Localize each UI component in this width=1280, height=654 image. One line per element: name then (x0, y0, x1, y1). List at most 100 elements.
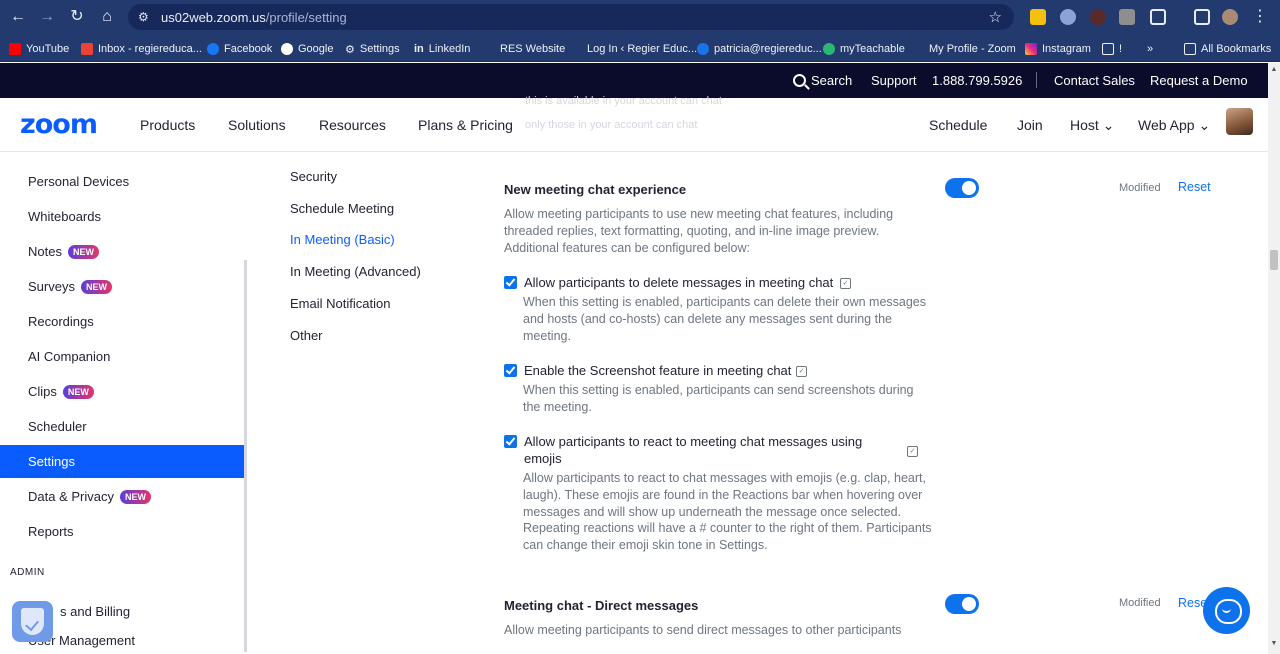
sidebar-item-data-privacy[interactable]: Data & Privacy NEW (0, 480, 245, 513)
reset-button[interactable]: Reset (1178, 180, 1211, 194)
info-icon[interactable]: ✓ (907, 446, 918, 457)
screenshot-checkbox[interactable] (504, 364, 517, 377)
description-line: Additional features can be configured be… (504, 240, 750, 255)
sidebar-item-label: AI Companion (28, 349, 111, 364)
nav-products[interactable]: Products (140, 117, 195, 133)
bookmark-instagram[interactable]: Instagram (1025, 41, 1091, 57)
tab-in-meeting-basic[interactable]: In Meeting (Basic) (290, 232, 395, 247)
mail-icon (697, 43, 709, 55)
address-bar[interactable]: ⚙ us02web.zoom.us/profile/setting ☆ (128, 4, 1014, 30)
sidebar-item-label: s and Billing (60, 604, 131, 619)
bookmark-star-icon[interactable]: ☆ (989, 8, 1002, 26)
sidebar-item-clips[interactable]: Clips NEW (0, 375, 245, 408)
bookmark-zoom-profile[interactable]: My Profile - Zoom (912, 41, 1016, 57)
forward-arrow-icon[interactable]: → (38, 8, 56, 26)
facebook-icon (207, 43, 219, 55)
bookmark-label: Inbox - regiereduca... (98, 43, 202, 55)
nav-schedule[interactable]: Schedule (929, 117, 987, 133)
description-line: threaded replies, text formatting, quoti… (504, 223, 880, 238)
description-line: When this setting is enabled, participan… (523, 295, 927, 309)
sidebar-item-personal-devices[interactable]: Personal Devices (0, 165, 245, 198)
chat-support-icon[interactable] (1203, 587, 1250, 634)
tab-schedule-meeting[interactable]: Schedule Meeting (290, 201, 394, 216)
bookmarks-overflow[interactable]: » (1147, 41, 1153, 57)
scroll-up-arrow-icon[interactable]: ▲ (1269, 66, 1279, 73)
direct-messages-toggle[interactable] (945, 594, 979, 614)
bookmark-myteachable[interactable]: myTeachable (823, 41, 905, 57)
url-text: us02web.zoom.us/profile/setting (161, 10, 347, 25)
bookmark-settings[interactable]: ⚙ Settings (345, 41, 400, 57)
all-bookmarks[interactable]: All Bookmarks (1184, 41, 1271, 57)
search-link[interactable]: Search (793, 73, 852, 88)
nav-solutions[interactable]: Solutions (228, 117, 286, 133)
description-line: meeting. (523, 328, 571, 343)
bookmark-patricia[interactable]: patricia@regiereduc... (697, 41, 822, 57)
nav-host[interactable]: Host ⌄ (1070, 117, 1114, 134)
sidebar-item-surveys[interactable]: Surveys NEW (0, 270, 245, 303)
scroll-down-arrow-icon[interactable]: ▼ (1269, 640, 1279, 647)
request-demo-link[interactable]: Request a Demo (1150, 73, 1248, 88)
zoom-logo[interactable]: zoom (20, 109, 98, 140)
tab-other[interactable]: Other (290, 328, 323, 343)
bookmark-label: Log In ‹ Regier Educ... (587, 43, 698, 55)
bookmark-folder[interactable]: ! (1102, 41, 1122, 57)
tab-in-meeting-advanced[interactable]: In Meeting (Advanced) (290, 264, 421, 279)
modified-label: Modified (1119, 597, 1161, 609)
bookmark-label: patricia@regiereduc... (714, 43, 822, 55)
nav-plans-pricing[interactable]: Plans & Pricing (418, 117, 513, 133)
back-arrow-icon[interactable]: ← (9, 8, 27, 26)
extension-tb-icon[interactable] (1119, 9, 1135, 25)
delete-messages-checkbox[interactable] (504, 276, 517, 289)
reload-icon[interactable]: ↻ (68, 8, 86, 26)
nav-resources[interactable]: Resources (319, 117, 386, 133)
bookmark-google[interactable]: Google (281, 41, 333, 57)
extension-k-icon[interactable] (1090, 9, 1106, 25)
extension-sticky-icon[interactable] (1030, 9, 1046, 25)
home-icon[interactable]: ⌂ (98, 8, 116, 26)
info-icon[interactable]: ✓ (840, 278, 851, 289)
topbar-divider (1036, 72, 1037, 88)
info-icon[interactable]: ✓ (796, 366, 807, 377)
shield-icon[interactable] (12, 601, 53, 642)
bookmark-login[interactable]: Log In ‹ Regier Educ... (570, 41, 697, 57)
emoji-reactions-checkbox[interactable] (504, 435, 517, 448)
description-line: When this setting is enabled, participan… (523, 383, 914, 397)
folder-icon (1184, 43, 1196, 55)
avatar[interactable] (1226, 108, 1253, 135)
sidebar-item-settings[interactable]: Settings (0, 445, 245, 478)
page-scrollbar[interactable] (1268, 63, 1280, 654)
site-info-icon[interactable]: ⚙ (138, 9, 154, 25)
search-icon (793, 74, 806, 87)
sidebar-item-reports[interactable]: Reports (0, 515, 245, 548)
sidebar-item-label: Personal Devices (28, 174, 130, 189)
bookmark-linkedin[interactable]: in LinkedIn (414, 41, 470, 57)
bookmark-inbox[interactable]: Inbox - regiereduca... (81, 41, 202, 57)
bookmark-youtube[interactable]: YouTube (9, 41, 69, 57)
sidebar-item-ai-companion[interactable]: AI Companion (0, 340, 245, 373)
sidebar-scrollbar[interactable] (244, 260, 247, 652)
sidebar-item-recordings[interactable]: Recordings (0, 305, 245, 338)
profile-avatar-icon[interactable] (1222, 9, 1238, 25)
browser-menu-icon[interactable]: ⋮ (1251, 8, 1269, 26)
page-scrollbar-thumb[interactable] (1270, 250, 1278, 270)
bookmark-res-website[interactable]: RES Website (483, 41, 565, 57)
bookmark-label: myTeachable (840, 43, 905, 55)
side-panel-icon[interactable] (1194, 9, 1210, 25)
sidebar-item-whiteboards[interactable]: Whiteboards (0, 200, 245, 233)
tab-email-notification[interactable]: Email Notification (290, 296, 390, 311)
nav-join[interactable]: Join (1017, 117, 1043, 133)
sidebar-item-notes[interactable]: Notes NEW (0, 235, 245, 268)
contact-sales-link[interactable]: Contact Sales (1054, 73, 1135, 88)
nav-web-app[interactable]: Web App ⌄ (1138, 117, 1210, 134)
sidebar-item-scheduler[interactable]: Scheduler (0, 410, 245, 443)
description-line: Allow participants to react to chat mess… (523, 471, 926, 485)
tab-security[interactable]: Security (290, 169, 337, 184)
bookmark-facebook[interactable]: Facebook (207, 41, 272, 57)
phone-link[interactable]: 1.888.799.5926 (932, 73, 1022, 88)
extension-chat-icon[interactable] (1060, 9, 1076, 25)
new-chat-toggle[interactable] (945, 178, 979, 198)
linkedin-icon: in (414, 43, 424, 55)
browser-toolbar: ← → ↻ ⌂ ⚙ us02web.zoom.us/profile/settin… (0, 0, 1280, 34)
support-link[interactable]: Support (871, 73, 917, 88)
extensions-puzzle-icon[interactable] (1150, 9, 1166, 25)
